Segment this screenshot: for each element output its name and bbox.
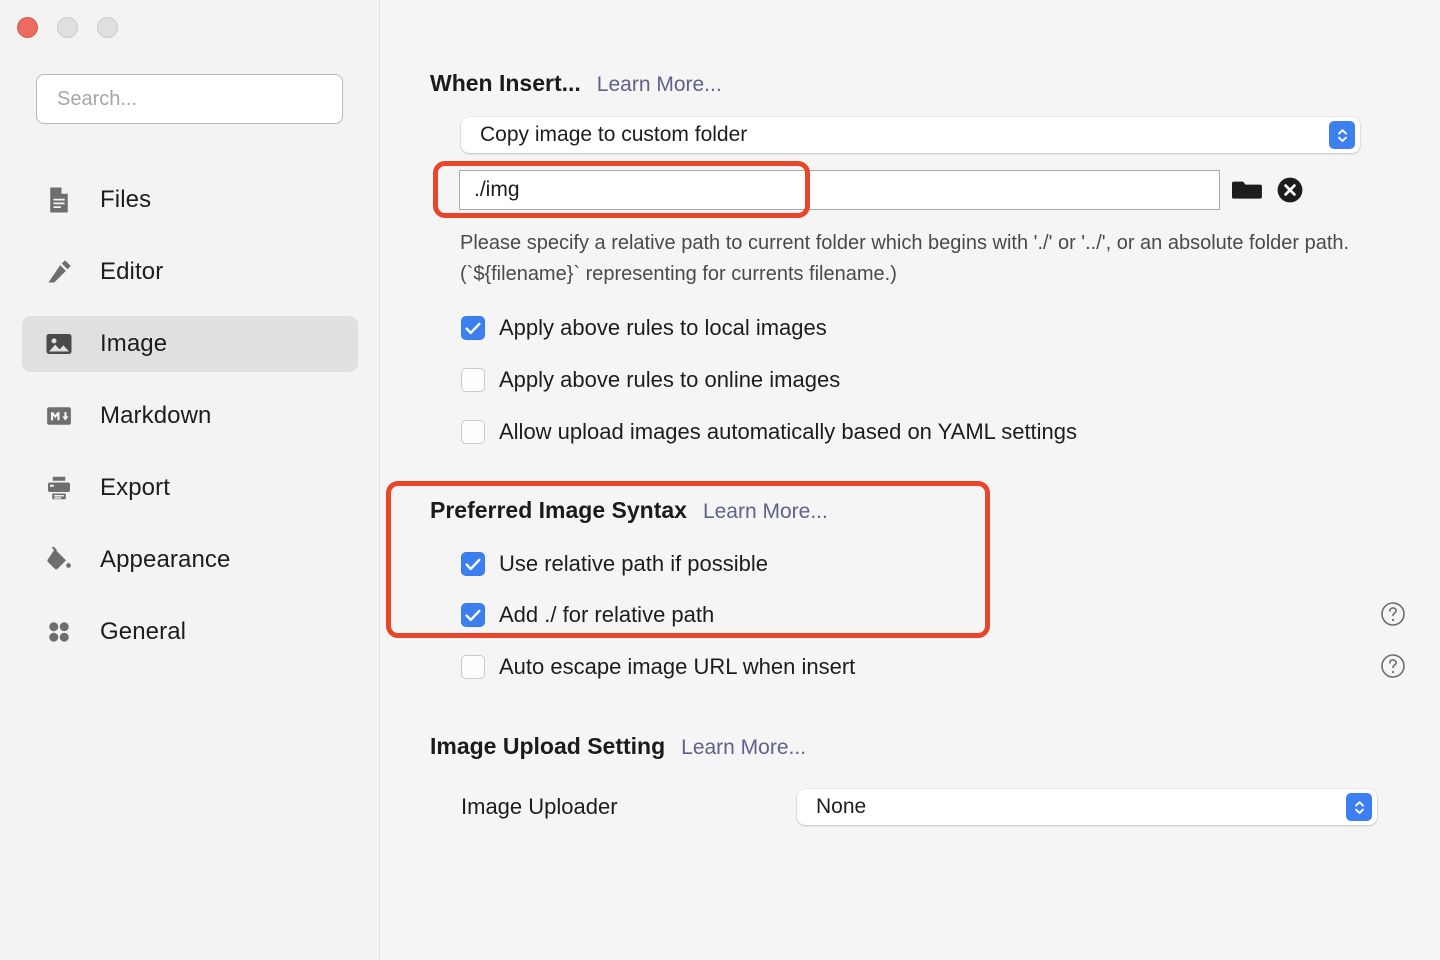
image-uploader-value: None (816, 795, 867, 818)
sidebar-item-label: Files (100, 186, 152, 213)
markdown-icon (44, 401, 74, 431)
checkbox-add-dot-slash[interactable] (461, 603, 485, 627)
sidebar-item-files[interactable]: Files (22, 172, 358, 228)
checkbox-label: Allow upload images automatically based … (499, 419, 1078, 444)
checkbox-row-local-images[interactable]: Apply above rules to local images (461, 315, 827, 341)
learn-more-link-preferred-syntax[interactable]: Learn More... (703, 500, 828, 524)
custom-folder-path-input[interactable] (459, 170, 1220, 210)
checkbox-label: Apply above rules to online images (499, 367, 841, 392)
printer-icon (44, 473, 74, 503)
learn-more-link-upload-setting[interactable]: Learn More... (681, 736, 806, 760)
insert-mode-value: Copy image to custom folder (480, 123, 748, 146)
sidebar-item-markdown[interactable]: Markdown (22, 388, 358, 444)
close-window-button[interactable] (17, 17, 38, 38)
search-box[interactable] (36, 74, 343, 124)
insert-mode-select[interactable]: Copy image to custom folder (461, 117, 1360, 153)
help-icon-preferred-syntax[interactable] (1380, 601, 1406, 627)
sidebar: Files Editor (0, 0, 380, 960)
checkbox-yaml-upload[interactable] (461, 420, 485, 444)
section-title: Image Upload Setting (430, 733, 666, 759)
sidebar-item-export[interactable]: Export (22, 460, 358, 516)
section-title: Preferred Image Syntax (430, 497, 687, 523)
learn-more-link-when-insert[interactable]: Learn More... (597, 73, 722, 97)
checkbox-row-auto-escape[interactable]: Auto escape image URL when insert (461, 654, 855, 680)
checkbox-label: Auto escape image URL when insert (499, 654, 856, 679)
maximize-window-button[interactable] (97, 17, 118, 38)
four-dots-icon (44, 617, 74, 647)
sidebar-item-appearance[interactable]: Appearance (22, 532, 358, 588)
page-title: When Insert... (430, 70, 581, 96)
sidebar-item-image[interactable]: Image (22, 316, 358, 372)
sidebar-nav: Files Editor Image Markdown Export Appea… (22, 172, 358, 676)
checkbox-auto-escape[interactable] (461, 655, 485, 679)
checkbox-label: Use relative path if possible (499, 551, 769, 576)
path-hint-text: Please specify a relative path to curren… (460, 232, 1350, 285)
checkbox-local-images[interactable] (461, 316, 485, 340)
pencil-icon (44, 257, 74, 287)
image-icon (44, 329, 74, 359)
sidebar-item-label: Markdown (100, 402, 212, 429)
sidebar-item-general[interactable]: General (22, 604, 358, 660)
chevron-updown-icon (1346, 793, 1372, 821)
clear-circle-icon[interactable] (1275, 175, 1305, 205)
sidebar-item-label: Image (100, 330, 168, 357)
checkbox-row-relative-path[interactable]: Use relative path if possible (461, 551, 768, 577)
sidebar-item-label: Editor (100, 258, 164, 285)
image-uploader-select[interactable]: None (797, 789, 1377, 825)
checkbox-label: Add ./ for relative path (499, 602, 715, 627)
checkbox-relative-path[interactable] (461, 552, 485, 576)
folder-icon[interactable] (1232, 176, 1262, 204)
checkbox-row-yaml-upload[interactable]: Allow upload images automatically based … (461, 419, 1077, 445)
preferred-image-syntax-header: Preferred Image Syntax Learn More... (430, 497, 828, 524)
window-controls (17, 17, 118, 38)
sidebar-item-label: Appearance (100, 546, 231, 573)
checkbox-online-images[interactable] (461, 368, 485, 392)
sidebar-item-label: General (100, 618, 187, 645)
checkbox-label: Apply above rules to local images (499, 315, 827, 340)
preferences-window: Files Editor (0, 0, 1440, 960)
sidebar-item-editor[interactable]: Editor (22, 244, 358, 300)
file-icon (44, 185, 74, 215)
image-upload-setting-header: Image Upload Setting Learn More... (430, 733, 806, 760)
checkbox-row-online-images[interactable]: Apply above rules to online images (461, 367, 840, 393)
image-uploader-label: Image Uploader (461, 794, 618, 819)
chevron-updown-icon (1329, 121, 1355, 149)
search-input[interactable] (36, 74, 343, 124)
settings-panel: When Insert... Learn More... Copy image … (380, 0, 1440, 960)
checkbox-row-add-dot-slash[interactable]: Add ./ for relative path (461, 602, 714, 628)
when-insert-header: When Insert... Learn More... (430, 70, 722, 97)
minimize-window-button[interactable] (57, 17, 78, 38)
paint-can-icon (44, 545, 74, 575)
sidebar-item-label: Export (100, 474, 170, 501)
help-icon-auto-escape[interactable] (1380, 653, 1406, 679)
